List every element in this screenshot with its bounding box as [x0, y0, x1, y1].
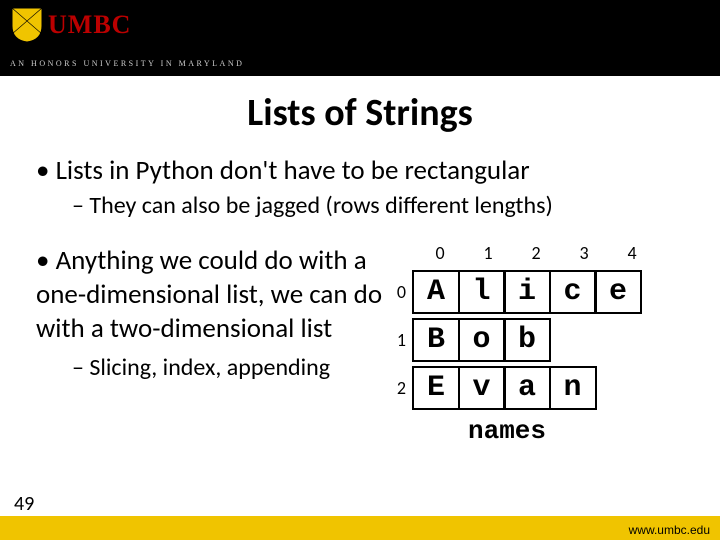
cell: B	[412, 318, 460, 362]
cell: n	[549, 366, 597, 410]
cell: A	[412, 270, 460, 314]
grid-area: 0 1 2 3 4 0 A l i c e	[384, 244, 684, 382]
var-name-label: names	[468, 416, 546, 446]
col-label: 4	[608, 242, 656, 264]
bullet-sub-2: Slicing, index, appending	[72, 353, 384, 382]
tagline: AN HONORS UNIVERSITY IN MARYLAND	[10, 59, 244, 68]
row-label: 0	[388, 281, 412, 303]
table-row: 1 B o b	[388, 316, 640, 364]
sub-bullet-list: They can also be jagged (rows different …	[72, 191, 684, 220]
cell: b	[503, 318, 551, 362]
slide: UMBC AN HONORS UNIVERSITY IN MARYLAND Li…	[0, 0, 720, 540]
col-label: 0	[416, 242, 464, 264]
header-band: UMBC AN HONORS UNIVERSITY IN MARYLAND	[0, 0, 720, 76]
slide-body: Lists in Python don't have to be rectang…	[0, 136, 720, 382]
col-label: 1	[464, 242, 512, 264]
bullet-main-1: Lists in Python don't have to be rectang…	[36, 154, 684, 187]
logo: UMBC	[10, 6, 131, 44]
page-title: Lists of Strings	[0, 90, 720, 136]
bullet-main-2: Anything we could do with a one-dimensio…	[36, 244, 384, 345]
cell: i	[503, 270, 551, 314]
col-label: 3	[560, 242, 608, 264]
cell: E	[412, 366, 460, 410]
bullet-list: Lists in Python don't have to be rectang…	[36, 154, 684, 187]
footer-url: www.umbc.edu	[629, 523, 710, 537]
cell: l	[458, 270, 506, 314]
table-row: 0 A l i c e	[388, 268, 640, 316]
shield-icon	[10, 6, 44, 44]
row-label: 2	[388, 377, 412, 399]
grid-rows: 0 A l i c e 1 B o b	[388, 268, 640, 412]
page-number: 49	[14, 492, 34, 516]
cell: e	[594, 270, 642, 314]
row-label: 1	[388, 329, 412, 351]
cell: o	[458, 318, 506, 362]
table-row: 2 E v a n	[388, 364, 640, 412]
cell: a	[503, 366, 551, 410]
col-labels: 0 1 2 3 4	[416, 242, 656, 264]
lower-left: Anything we could do with a one-dimensio…	[36, 244, 384, 382]
footer-bar: www.umbc.edu	[0, 516, 720, 540]
col-label: 2	[512, 242, 560, 264]
lower-row: Anything we could do with a one-dimensio…	[36, 244, 684, 382]
logo-text: UMBC	[48, 10, 131, 40]
bullet-sub-1: They can also be jagged (rows different …	[72, 191, 684, 220]
cell: c	[549, 270, 597, 314]
cell: v	[458, 366, 506, 410]
